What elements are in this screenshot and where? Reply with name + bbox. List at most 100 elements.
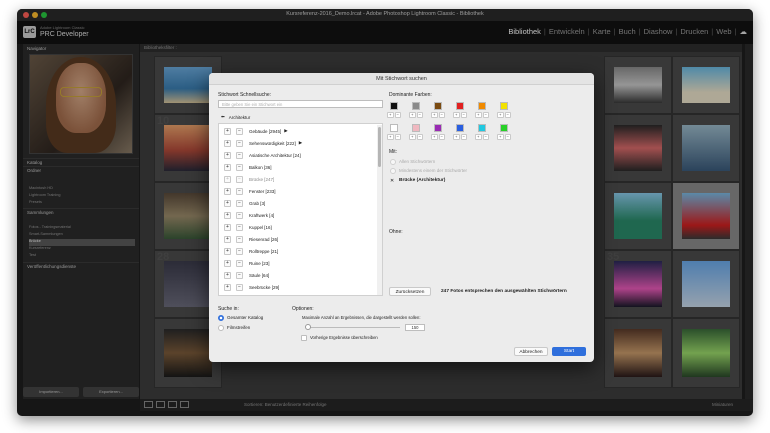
keyword-row-selected[interactable]: + − Brücke [247]	[219, 173, 377, 185]
plus-icon[interactable]: +	[431, 134, 438, 140]
plus-icon[interactable]: +	[224, 247, 231, 255]
color-swatch[interactable]	[390, 124, 398, 132]
plus-icon[interactable]: +	[409, 112, 416, 118]
minus-icon[interactable]: −	[236, 127, 243, 135]
radio-any-keyword[interactable]	[390, 168, 396, 174]
max-results-slider-track[interactable]	[308, 327, 400, 328]
plus-icon[interactable]: +	[224, 271, 231, 279]
back-arrow-icon[interactable]: ⬅	[221, 114, 225, 120]
plus-icon[interactable]: +	[224, 151, 231, 159]
minus-icon[interactable]: −	[236, 223, 243, 231]
keyword-row[interactable]: + − Seebrücke [29]	[219, 281, 377, 293]
keyword-row[interactable]: + − Rolltreppe [21]	[219, 245, 377, 257]
color-swatch[interactable]	[412, 124, 420, 132]
remove-keyword-icon[interactable]: ✕	[390, 178, 394, 184]
plus-icon[interactable]: +	[387, 112, 394, 118]
keyword-search-input[interactable]	[218, 100, 383, 108]
minus-icon[interactable]: −	[504, 134, 511, 140]
plus-icon[interactable]: +	[497, 112, 504, 118]
plus-icon[interactable]: +	[475, 112, 482, 118]
color-swatch[interactable]	[412, 102, 420, 110]
color-swatch[interactable]	[390, 102, 398, 110]
plus-icon[interactable]: +	[475, 134, 482, 140]
minus-icon[interactable]: −	[236, 163, 243, 171]
cancel-button[interactable]: Abbrechen	[514, 347, 548, 356]
minus-icon[interactable]: −	[236, 235, 243, 243]
plus-icon[interactable]: +	[224, 259, 231, 267]
minus-icon[interactable]: −	[482, 134, 489, 140]
color-swatch[interactable]	[456, 102, 464, 110]
minus-icon[interactable]: −	[438, 112, 445, 118]
keyword-row[interactable]: + − Asiatische Architektur [24]	[219, 149, 377, 161]
max-results-text: Maximale Anzahl an Ergebnissen, die darg…	[302, 315, 421, 320]
plus-icon[interactable]: +	[453, 134, 460, 140]
color-swatch[interactable]	[456, 124, 464, 132]
expand-arrow-icon[interactable]: ▶	[299, 140, 302, 146]
color-swatch[interactable]	[478, 102, 486, 110]
plus-icon[interactable]: +	[387, 134, 394, 140]
color-swatch[interactable]	[500, 102, 508, 110]
minus-icon[interactable]: −	[236, 139, 243, 147]
radio-filmstrip[interactable]	[218, 325, 224, 331]
color-swatch[interactable]	[478, 124, 486, 132]
keyword-row[interactable]: + − Fenster [233]	[219, 185, 377, 197]
minus-icon[interactable]: −	[416, 134, 423, 140]
minus-icon[interactable]: −	[236, 271, 243, 279]
plus-icon[interactable]: +	[224, 223, 231, 231]
minus-icon[interactable]: −	[460, 134, 467, 140]
minus-icon[interactable]: −	[416, 112, 423, 118]
swatch-controls: + −	[453, 112, 467, 118]
minus-icon[interactable]: −	[394, 134, 401, 140]
plus-icon[interactable]: +	[224, 163, 231, 171]
start-button[interactable]: Start	[552, 347, 586, 356]
keyword-row[interactable]: + − Balkon [36]	[219, 161, 377, 173]
plus-icon[interactable]: +	[224, 127, 231, 135]
minus-icon[interactable]: −	[460, 112, 467, 118]
keyword-row[interactable]: + − Kraftwerk [4]	[219, 209, 377, 221]
keyword-row[interactable]: + − Säule [64]	[219, 269, 377, 281]
radio-all-keywords[interactable]	[390, 159, 396, 165]
breadcrumb[interactable]: ⬅ Architektur	[218, 112, 383, 122]
minus-icon[interactable]: −	[236, 199, 243, 207]
plus-icon[interactable]: +	[224, 187, 231, 195]
minus-icon[interactable]: −	[236, 259, 243, 267]
minus-icon[interactable]: −	[482, 112, 489, 118]
minus-icon[interactable]: −	[236, 283, 243, 291]
scroll-thumb[interactable]	[378, 127, 381, 167]
plus-icon[interactable]: +	[431, 112, 438, 118]
minus-icon[interactable]: −	[236, 187, 243, 195]
plus-icon[interactable]: +	[224, 139, 231, 147]
keyword-label: Ruine [23]	[249, 260, 270, 266]
minus-icon[interactable]: −	[236, 247, 243, 255]
keyword-row[interactable]: + − Riesenrad [26]	[219, 233, 377, 245]
max-results-input[interactable]: 150	[405, 324, 425, 331]
plus-icon[interactable]: +	[224, 199, 231, 207]
overwrite-checkbox[interactable]	[301, 335, 307, 341]
keyword-row[interactable]: + − Ruine [23]	[219, 257, 377, 269]
minus-icon[interactable]: −	[438, 134, 445, 140]
options-label: Optionen:	[292, 306, 314, 312]
plus-icon[interactable]: +	[453, 112, 460, 118]
plus-icon[interactable]: +	[224, 283, 231, 291]
minus-icon[interactable]: −	[236, 151, 243, 159]
plus-icon[interactable]: +	[224, 235, 231, 243]
radio-entire-catalog[interactable]	[218, 315, 224, 321]
plus-icon[interactable]: +	[497, 134, 504, 140]
color-swatch[interactable]	[434, 124, 442, 132]
minus-icon[interactable]: −	[236, 211, 243, 219]
keyword-row[interactable]: + − Gebäude [2945] ▶	[219, 125, 377, 137]
keyword-list: + − Gebäude [2945] ▶ + − Sehenswürdigkeit …	[218, 123, 383, 296]
expand-arrow-icon[interactable]: ▶	[284, 128, 287, 134]
reset-button[interactable]: Zurücksetzen	[389, 287, 431, 296]
minus-icon[interactable]: −	[504, 112, 511, 118]
color-swatch[interactable]	[434, 102, 442, 110]
plus-icon[interactable]: +	[224, 211, 231, 219]
keyword-list-scrollbar[interactable]	[377, 125, 382, 295]
max-results-slider-knob[interactable]	[305, 324, 311, 330]
keyword-row[interactable]: + − Kuppel [16]	[219, 221, 377, 233]
minus-icon[interactable]: −	[394, 112, 401, 118]
color-swatch[interactable]	[500, 124, 508, 132]
keyword-row[interactable]: + − Grab [3]	[219, 197, 377, 209]
plus-icon[interactable]: +	[409, 134, 416, 140]
keyword-row[interactable]: + − Sehenswürdigkeit [222] ▶	[219, 137, 377, 149]
